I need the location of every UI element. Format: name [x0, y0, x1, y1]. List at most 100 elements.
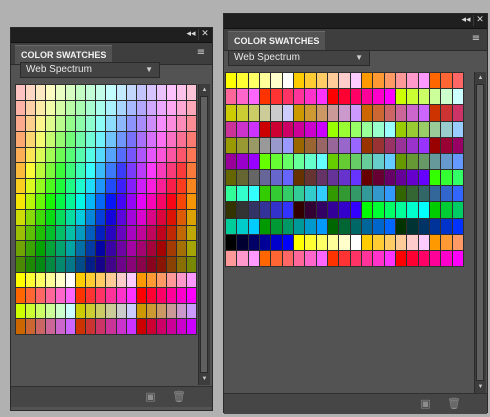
color-swatch[interactable] — [418, 218, 429, 234]
color-swatch[interactable] — [429, 121, 441, 137]
color-swatch[interactable] — [186, 178, 196, 194]
color-swatch[interactable] — [271, 153, 282, 169]
color-swatch[interactable] — [452, 105, 463, 121]
color-swatch[interactable] — [407, 121, 418, 137]
color-swatch[interactable] — [96, 225, 106, 241]
color-swatch[interactable] — [339, 170, 350, 186]
color-swatch[interactable] — [36, 241, 46, 256]
scroll-thumb[interactable] — [476, 84, 484, 381]
color-swatch[interactable] — [106, 272, 116, 288]
color-swatch[interactable] — [384, 250, 395, 266]
color-swatch[interactable] — [26, 241, 36, 256]
color-swatch[interactable] — [176, 319, 186, 334]
color-swatch[interactable] — [361, 218, 373, 234]
color-swatch[interactable] — [146, 256, 156, 272]
color-swatch[interactable] — [429, 186, 441, 202]
color-swatch[interactable] — [361, 137, 373, 153]
color-swatch[interactable] — [248, 218, 259, 234]
color-swatch[interactable] — [361, 234, 373, 250]
color-swatch[interactable] — [373, 202, 384, 218]
color-swatch[interactable] — [339, 234, 350, 250]
color-swatch[interactable] — [146, 85, 156, 100]
color-swatch[interactable] — [156, 319, 166, 334]
color-swatch[interactable] — [146, 319, 156, 334]
color-swatch[interactable] — [186, 163, 196, 178]
color-swatch[interactable] — [418, 73, 429, 89]
color-swatch[interactable] — [26, 147, 36, 163]
color-swatch[interactable] — [46, 163, 56, 178]
color-swatch[interactable] — [441, 105, 452, 121]
color-swatch[interactable] — [126, 100, 136, 116]
color-swatch[interactable] — [282, 234, 293, 250]
color-swatch[interactable] — [166, 256, 176, 272]
color-swatch[interactable] — [76, 100, 86, 116]
color-swatch[interactable] — [106, 256, 116, 272]
color-swatch[interactable] — [452, 218, 463, 234]
color-swatch[interactable] — [373, 250, 384, 266]
color-swatch[interactable] — [176, 131, 186, 147]
color-swatch[interactable] — [56, 319, 66, 334]
color-swatch[interactable] — [76, 319, 86, 334]
color-swatch[interactable] — [136, 178, 146, 194]
color-swatch[interactable] — [86, 241, 96, 256]
color-swatch[interactable] — [96, 131, 106, 147]
color-swatch[interactable] — [146, 178, 156, 194]
color-swatch[interactable] — [76, 131, 86, 147]
color-swatch[interactable] — [56, 256, 66, 272]
color-swatch[interactable] — [407, 105, 418, 121]
color-swatch[interactable] — [66, 100, 76, 116]
color-swatch[interactable] — [361, 202, 373, 218]
color-swatch[interactable] — [305, 89, 316, 105]
color-swatch[interactable] — [66, 319, 76, 334]
color-swatch[interactable] — [86, 303, 96, 319]
color-swatch[interactable] — [248, 137, 259, 153]
color-swatch[interactable] — [237, 202, 248, 218]
color-swatch[interactable] — [86, 194, 96, 209]
color-swatch[interactable] — [136, 210, 146, 225]
color-swatch[interactable] — [305, 186, 316, 202]
color-swatch[interactable] — [429, 105, 441, 121]
color-swatch[interactable] — [146, 131, 156, 147]
color-swatch[interactable] — [16, 194, 26, 209]
color-swatch[interactable] — [429, 202, 441, 218]
color-swatch[interactable] — [395, 202, 407, 218]
color-swatch[interactable] — [156, 178, 166, 194]
color-swatch[interactable] — [316, 250, 327, 266]
color-swatch[interactable] — [146, 288, 156, 303]
color-swatch[interactable] — [106, 163, 116, 178]
color-swatch[interactable] — [350, 121, 361, 137]
color-swatch[interactable] — [136, 194, 146, 209]
color-swatch[interactable] — [36, 85, 46, 100]
color-swatch[interactable] — [305, 250, 316, 266]
color-swatch[interactable] — [126, 303, 136, 319]
color-swatch[interactable] — [226, 153, 237, 169]
color-swatch[interactable] — [36, 116, 46, 131]
color-swatch[interactable] — [339, 137, 350, 153]
color-swatch[interactable] — [136, 288, 146, 303]
color-swatch[interactable] — [259, 89, 271, 105]
color-swatch[interactable] — [373, 137, 384, 153]
color-swatch[interactable] — [259, 153, 271, 169]
color-swatch[interactable] — [26, 288, 36, 303]
color-swatch[interactable] — [429, 73, 441, 89]
color-swatch[interactable] — [116, 303, 126, 319]
color-swatch[interactable] — [293, 73, 305, 89]
color-swatch[interactable] — [186, 131, 196, 147]
color-swatch[interactable] — [16, 241, 26, 256]
color-swatch[interactable] — [36, 303, 46, 319]
color-swatch[interactable] — [76, 272, 86, 288]
color-swatch[interactable] — [226, 234, 237, 250]
color-swatch[interactable] — [395, 137, 407, 153]
color-swatch[interactable] — [248, 186, 259, 202]
color-swatch[interactable] — [16, 303, 26, 319]
color-swatch[interactable] — [26, 85, 36, 100]
color-swatch[interactable] — [407, 170, 418, 186]
color-swatch[interactable] — [339, 153, 350, 169]
color-swatch[interactable] — [36, 100, 46, 116]
color-swatch[interactable] — [361, 121, 373, 137]
color-swatch[interactable] — [146, 163, 156, 178]
color-swatch[interactable] — [46, 147, 56, 163]
color-swatch[interactable] — [46, 272, 56, 288]
color-swatch[interactable] — [146, 194, 156, 209]
color-swatch[interactable] — [36, 210, 46, 225]
